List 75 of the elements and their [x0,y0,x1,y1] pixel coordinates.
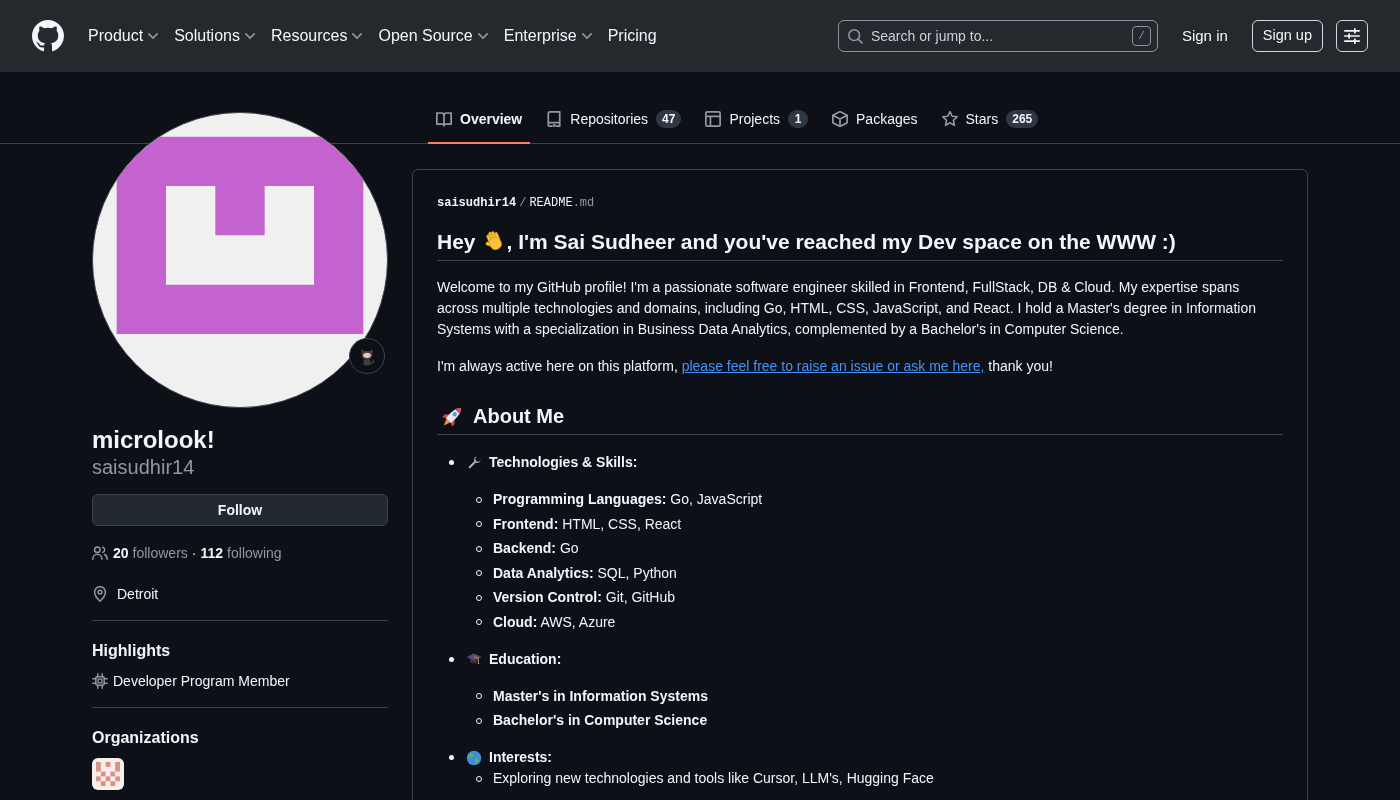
list-item-text: Exploring new technologies and tools like Cursor, LLM's, Hugging Face [493,769,934,788]
list-item-text: Bachelor's in Computer Science [493,711,708,730]
waving-hand-icon [482,230,505,252]
owner-link[interactable]: saisudhir14 [437,194,517,212]
heading-text: , I'm Sai Sudheer and you've reached my Dev space on the WWW :) [506,230,1176,253]
bullet-icon [448,460,454,465]
list-heading: Technologies & Skills: [489,453,638,472]
counter-badge: 47 [656,110,682,128]
shortcut-key: / [1131,26,1151,46]
profile-tab[interactable]: Overview [428,96,531,144]
nav-menu-button[interactable]: Enterprise [495,20,600,52]
repo-icon [546,111,563,127]
book-icon [436,111,452,127]
chevron-down-icon [148,33,159,39]
list-item-text: Frontend: HTML, CSS, React [493,514,682,534]
following-link[interactable]: 112 following [200,543,282,563]
nav-menu-button[interactable]: Solutions [166,20,263,52]
chevron-down-icon [352,33,363,39]
heading-text: Hey [437,230,476,253]
bullet-icon [448,656,454,662]
list-item-text: Cloud: AWS, Azure [493,612,616,632]
issue-link[interactable]: please feel free to raise an issue or ask me here, [681,358,985,374]
list-item-text: Version Control: Git, GitHub [493,588,676,607]
location-text: Detroit [117,585,159,604]
sliders-icon [1344,28,1360,44]
list-heading: Education: [489,649,562,669]
section-title: Highlights [92,641,172,661]
followers-link[interactable]: 20 followers [113,543,188,563]
list-item-text: Backend: Go [493,539,579,558]
rocket-icon [441,405,463,428]
list-heading: Interests: [489,748,553,767]
counter-badge: 265 [1006,110,1039,128]
chevron-down-icon [477,33,488,39]
location-icon [92,586,108,602]
profile-tab[interactable]: Stars 265 [933,96,1047,144]
package-icon [832,111,849,127]
search-icon [847,29,863,44]
follow-button[interactable]: Follow [92,494,388,526]
cat-logo-icon[interactable] [32,20,64,52]
nav-menu-button[interactable]: Resources [262,20,371,52]
chip-icon [92,673,108,689]
username: saisudhir14 [92,455,196,479]
contact-paragraph: I'm always active here on this platform, please feel free to raise an issue or ask me here, thank you! [437,357,1054,376]
sign-up-button[interactable]: Sign up [1251,20,1323,52]
chevron-down-icon [581,33,592,39]
cat-status-icon [349,338,385,374]
sign-in-link[interactable]: Sign in [1181,24,1228,48]
nav-menu-button[interactable]: Open Source [370,20,496,52]
nav-menu-button[interactable]: Product [80,20,167,52]
intro-paragraph: Welcome to my GitHub profile! I'm a passionate software engineer skilled in Frontend, FullStack, DB & Cloud. My expertise spans across multiple technologies and domains, including Go, HTML, CSS, JavaScript, and React. I hold a Master's degree in Information Systems with a specialization in Business Data Analytics, complemented by a Bachelor's in Computer Science. [437,278,1257,339]
people-icon [92,545,108,561]
wrench-icon [466,454,482,471]
nav-link[interactable]: Pricing [599,20,665,52]
highlight-item: Developer Program Member [113,672,290,691]
graduation-cap-icon [466,651,482,667]
globe-icon [466,749,482,766]
section-heading: About Me [473,404,565,429]
profile-tab[interactable]: Repositories 47 [538,96,690,144]
list-item-text: Data Analytics: SQL, Python [493,563,677,583]
profile-tab[interactable]: Projects 1 [697,96,817,144]
path-separator: / [519,195,527,212]
counter-badge: 1 [788,110,809,128]
separator-dot: · [191,544,197,563]
bullet-icon [448,755,454,760]
display-name: microlook! [92,425,216,455]
section-title: Organizations [92,728,200,748]
profile-tab[interactable]: Packages [824,96,926,144]
file-name-link[interactable]: README.md [529,194,595,212]
list-item-text: Master's in Information Systems [493,686,708,706]
options-button[interactable] [1336,20,1368,52]
table-icon [705,111,722,127]
star-icon [941,111,958,127]
chevron-down-icon [244,33,255,39]
list-item-text: Programming Languages: Go, JavaScript [493,490,763,509]
organization-avatar-icon[interactable] [92,758,124,790]
